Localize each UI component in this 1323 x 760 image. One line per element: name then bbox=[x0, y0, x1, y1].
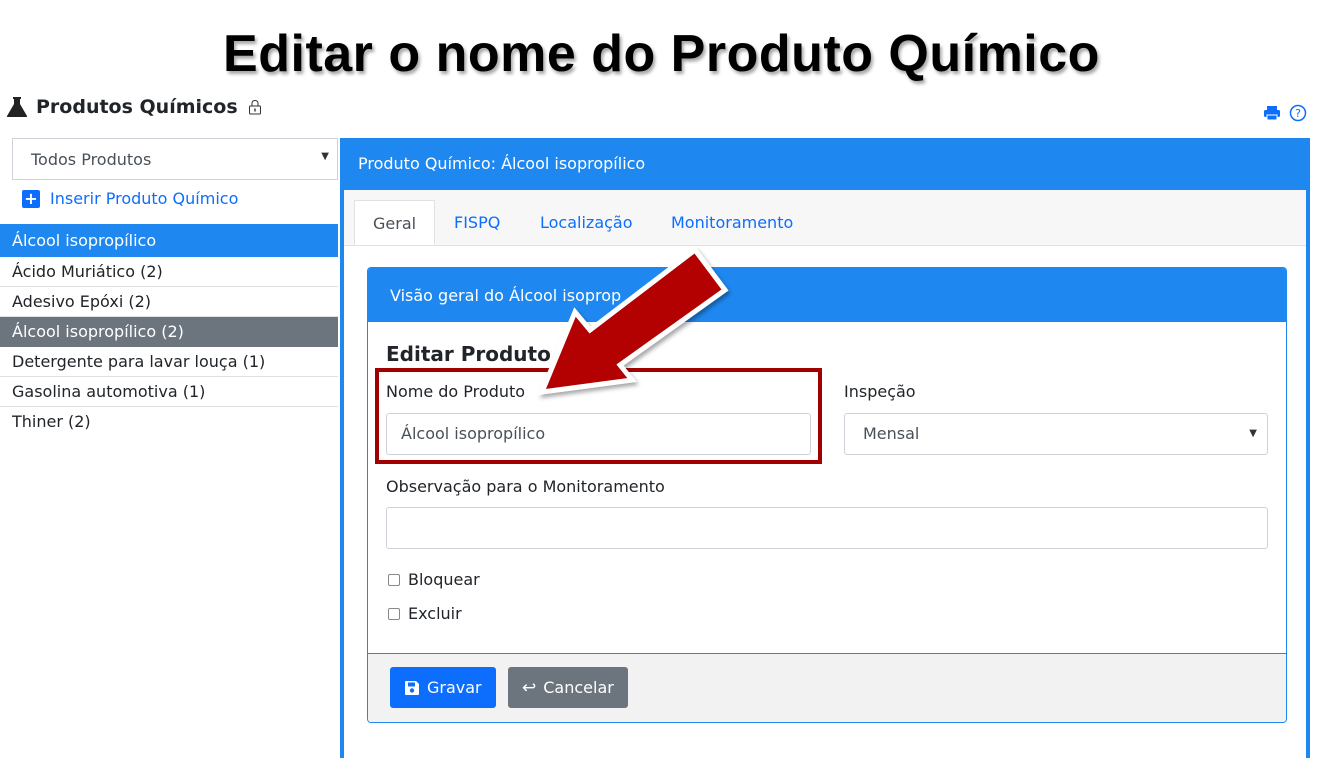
print-icon[interactable] bbox=[1263, 105, 1281, 121]
block-checkbox[interactable]: Bloquear bbox=[388, 570, 480, 589]
app-title: Produtos Químicos bbox=[6, 94, 262, 120]
plus-icon: + bbox=[22, 189, 40, 208]
cancel-button[interactable]: ↩ Cancelar bbox=[508, 667, 628, 708]
product-filter-value: Todos Produtos bbox=[31, 149, 152, 169]
list-item[interactable]: Ácido Muriático (2) bbox=[0, 257, 338, 287]
delete-checkbox-label: Excluir bbox=[408, 604, 462, 623]
monitoring-note-label: Observação para o Monitoramento bbox=[386, 477, 665, 496]
tab-localizacao[interactable]: Localização bbox=[540, 200, 633, 245]
tutorial-headline: Editar o nome do Produto Químico bbox=[223, 25, 1100, 83]
tab-monitoramento[interactable]: Monitoramento bbox=[671, 200, 793, 245]
card-header: Visão geral do Álcool isoprop bbox=[368, 268, 1286, 322]
app-title-text: Produtos Químicos bbox=[36, 96, 238, 118]
tab-geral[interactable]: Geral bbox=[354, 200, 436, 245]
card-footer: Gravar ↩ Cancelar bbox=[368, 653, 1286, 722]
list-item[interactable]: Thiner (2) bbox=[0, 407, 338, 437]
cancel-button-label: Cancelar bbox=[543, 678, 614, 697]
delete-checkbox[interactable]: Excluir bbox=[388, 604, 462, 623]
list-item[interactable]: Gasolina automotiva (1) bbox=[0, 377, 338, 407]
top-toolbar: ? bbox=[1263, 104, 1307, 122]
panel-title: Produto Químico: Álcool isopropílico bbox=[358, 154, 646, 173]
save-button-label: Gravar bbox=[427, 678, 482, 697]
panel-body: Geral FISPQ Localização Monitoramento Vi… bbox=[344, 190, 1306, 760]
inspection-label: Inspeção bbox=[844, 382, 916, 401]
caret-down-icon: ▼ bbox=[1249, 428, 1257, 439]
list-item[interactable]: Detergente para lavar louça (1) bbox=[0, 347, 338, 377]
product-list: Álcool isopropílico Ácido Muriático (2) … bbox=[0, 224, 338, 437]
insert-product-label: Inserir Produto Químico bbox=[50, 189, 239, 208]
tab-bar: Geral FISPQ Localização Monitoramento bbox=[344, 190, 1306, 246]
annotation-arrow-icon bbox=[538, 246, 729, 396]
overview-card: Visão geral do Álcool isoprop Editar Pro… bbox=[367, 267, 1287, 723]
return-arrow-icon: ↩ bbox=[522, 677, 537, 698]
help-icon[interactable]: ? bbox=[1289, 104, 1307, 122]
svg-text:?: ? bbox=[1295, 107, 1301, 120]
block-checkbox-label: Bloquear bbox=[408, 570, 480, 589]
inspection-value: Mensal bbox=[863, 424, 920, 443]
inspection-select[interactable]: Mensal ▼ bbox=[844, 413, 1268, 455]
insert-product-link[interactable]: + Inserir Produto Químico bbox=[22, 189, 238, 208]
flask-icon bbox=[6, 97, 28, 117]
list-item-selected[interactable]: Álcool isopropílico (2) bbox=[0, 317, 338, 347]
tab-fispq[interactable]: FISPQ bbox=[454, 200, 500, 245]
caret-down-icon: ▼ bbox=[321, 151, 329, 162]
floppy-disk-icon bbox=[405, 680, 419, 695]
checkbox-icon bbox=[388, 573, 400, 586]
product-filter-select[interactable]: Todos Produtos ▼ bbox=[12, 138, 338, 180]
list-item[interactable]: Adesivo Epóxi (2) bbox=[0, 287, 338, 317]
checkbox-icon bbox=[388, 607, 400, 620]
monitoring-note-input[interactable] bbox=[386, 507, 1268, 549]
lock-icon[interactable] bbox=[248, 99, 262, 115]
selected-product-header[interactable]: Álcool isopropílico bbox=[0, 224, 338, 257]
save-button[interactable]: Gravar bbox=[390, 667, 496, 708]
